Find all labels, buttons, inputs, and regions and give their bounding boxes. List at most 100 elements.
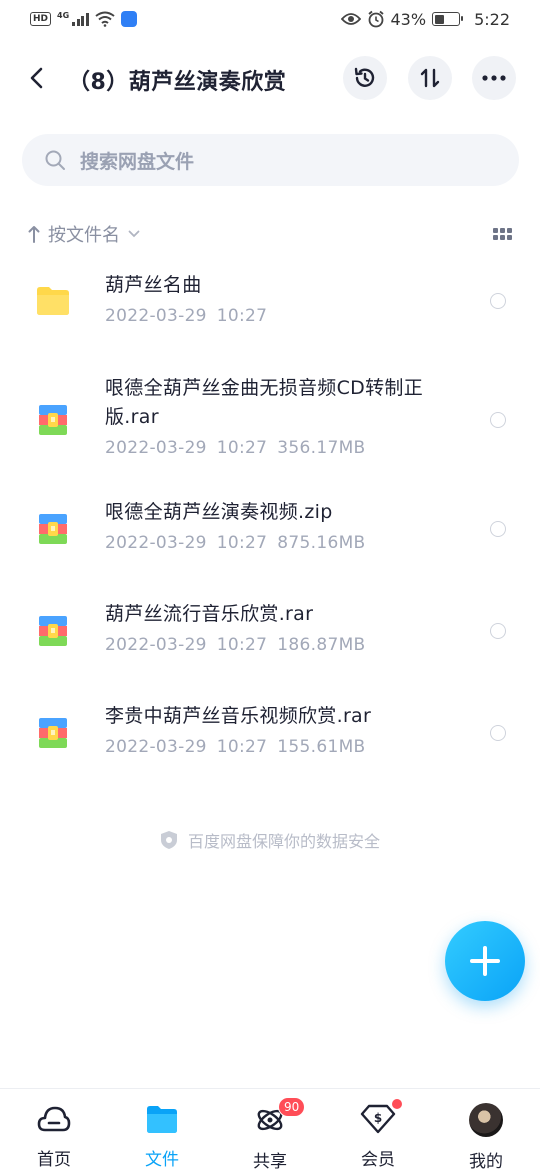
- file-time: 10:27: [216, 438, 268, 458]
- hd-badge: HD: [30, 12, 52, 26]
- app-notification-icon: [120, 11, 137, 27]
- nav-vip[interactable]: $ 会员: [324, 1089, 432, 1170]
- wifi-icon: [95, 11, 115, 27]
- page-title: （8）葫芦丝演奏欣赏: [68, 70, 287, 95]
- battery-percent: 43%: [390, 9, 427, 29]
- clock: 5:22: [474, 9, 510, 29]
- plus-icon: [470, 946, 500, 976]
- nav-files[interactable]: 文件: [108, 1089, 216, 1170]
- file-time: 10:27: [216, 737, 268, 757]
- file-row[interactable]: 哏德全葫芦丝演奏视频.zip 2022-03-29 10:27 875.16MB: [0, 486, 540, 588]
- nav-home-label: 首页: [37, 1150, 71, 1170]
- sort-by-name-button[interactable]: 按文件名: [28, 221, 140, 247]
- select-checkbox[interactable]: [490, 412, 506, 428]
- file-date: 2022-03-29: [105, 737, 207, 757]
- file-meta: 2022-03-29 10:27 186.87MB: [105, 635, 465, 655]
- nav-share[interactable]: 90 共享: [216, 1089, 324, 1170]
- chevron-down-icon: [128, 230, 140, 238]
- file-row[interactable]: 哏德全葫芦丝金曲无损音频CD转制正版.rar 2022-03-29 10:27 356…: [0, 362, 540, 486]
- select-checkbox[interactable]: [490, 725, 506, 741]
- nav-share-label: 共享: [253, 1152, 287, 1170]
- archive-icon: [39, 405, 67, 435]
- bottom-nav: 首页 文件 90 共享 $ 会员 我的: [0, 1088, 540, 1170]
- files-icon: [144, 1103, 180, 1135]
- file-size: 186.87MB: [277, 635, 366, 655]
- file-row[interactable]: 葫芦丝流行音乐欣赏.rar 2022-03-29 10:27 186.87MB: [0, 588, 540, 690]
- select-checkbox[interactable]: [490, 293, 506, 309]
- safety-note: 百度网盘保障你的数据安全: [0, 828, 540, 852]
- sort-button[interactable]: [408, 56, 452, 100]
- eye-icon: [340, 13, 361, 25]
- file-date: 2022-03-29: [105, 533, 207, 553]
- file-size: 875.16MB: [277, 533, 366, 553]
- file-size: 356.17MB: [277, 438, 366, 458]
- file-name: 葫芦丝流行音乐欣赏.rar: [105, 603, 314, 625]
- nav-me[interactable]: 我的: [432, 1089, 540, 1170]
- nav-me-label: 我的: [469, 1152, 503, 1170]
- history-button[interactable]: [343, 56, 387, 100]
- more-button[interactable]: [472, 56, 516, 100]
- signal-icon: [72, 12, 89, 26]
- file-name: 葫芦丝名曲: [105, 274, 202, 296]
- file-info: 李贵中葫芦丝音乐视频欣赏.rar 2022-03-29 10:27 155.61MB: [105, 690, 465, 757]
- file-row[interactable]: 李贵中葫芦丝音乐视频欣赏.rar 2022-03-29 10:27 155.61MB: [0, 690, 540, 792]
- file-name: 李贵中葫芦丝音乐视频欣赏.rar: [105, 705, 372, 727]
- file-size: 155.61MB: [277, 737, 366, 757]
- add-button[interactable]: [445, 921, 525, 1001]
- back-button[interactable]: [20, 62, 52, 94]
- file-info: 哏德全葫芦丝演奏视频.zip 2022-03-29 10:27 875.16MB: [105, 486, 465, 553]
- sort-arrow-icon: [28, 226, 40, 243]
- history-icon: [354, 67, 375, 87]
- search-placeholder: 搜索网盘文件: [80, 150, 195, 173]
- archive-icon: [39, 616, 67, 646]
- status-bar: HD 4G 43% 5:22: [0, 0, 540, 38]
- select-checkbox[interactable]: [490, 623, 506, 639]
- file-info: 葫芦丝名曲 2022-03-29 10:27: [105, 258, 465, 326]
- status-right: 43% 5:22: [340, 9, 510, 29]
- select-checkbox[interactable]: [490, 521, 506, 537]
- svg-text:$: $: [374, 1111, 382, 1125]
- file-info: 哏德全葫芦丝金曲无损音频CD转制正版.rar 2022-03-29 10:27 356…: [105, 362, 465, 458]
- alarm-icon: [367, 10, 384, 28]
- back-icon: [30, 67, 43, 89]
- avatar-image: [469, 1103, 503, 1137]
- file-meta: 2022-03-29 10:27 155.61MB: [105, 737, 465, 757]
- status-left: HD 4G: [30, 11, 137, 27]
- header: （8）葫芦丝演奏欣赏: [0, 50, 540, 108]
- nav-home[interactable]: 首页: [0, 1089, 108, 1170]
- file-meta: 2022-03-29 10:27 875.16MB: [105, 533, 465, 553]
- archive-icon: [39, 718, 67, 748]
- sort-row: 按文件名: [28, 218, 512, 250]
- file-info: 葫芦丝流行音乐欣赏.rar 2022-03-29 10:27 186.87MB: [105, 588, 465, 655]
- battery-icon: [432, 12, 464, 26]
- home-icon: [36, 1103, 72, 1135]
- battery-level: [434, 14, 445, 24]
- file-date: 2022-03-29: [105, 306, 207, 326]
- vip-notification-dot: [392, 1099, 402, 1109]
- safety-note-text: 百度网盘保障你的数据安全: [187, 832, 380, 851]
- file-time: 10:27: [216, 306, 268, 326]
- vip-icon: $: [360, 1099, 402, 1135]
- nav-files-label: 文件: [145, 1150, 179, 1170]
- file-time: 10:27: [216, 533, 268, 553]
- nav-vip-label: 会员: [361, 1150, 395, 1170]
- sort-label: 按文件名: [48, 225, 120, 246]
- folder-row[interactable]: 葫芦丝名曲 2022-03-29 10:27: [0, 258, 540, 362]
- file-name: 哏德全葫芦丝演奏视频.zip: [105, 501, 333, 523]
- file-meta: 2022-03-29 10:27: [105, 306, 465, 326]
- share-count-badge: 90: [278, 1097, 306, 1117]
- file-date: 2022-03-29: [105, 438, 207, 458]
- shield-icon: [160, 831, 177, 849]
- grid-view-icon[interactable]: [493, 228, 512, 240]
- file-time: 10:27: [216, 635, 268, 655]
- search-icon: [45, 150, 65, 170]
- sort-icon: [420, 68, 440, 88]
- folder-icon: [37, 287, 69, 315]
- file-date: 2022-03-29: [105, 635, 207, 655]
- network-type: 4G: [57, 10, 70, 20]
- share-icon: 90: [252, 1097, 306, 1137]
- more-icon: [482, 75, 506, 81]
- search-input[interactable]: 搜索网盘文件: [22, 134, 519, 186]
- file-meta: 2022-03-29 10:27 356.17MB: [105, 438, 465, 458]
- avatar: [468, 1103, 504, 1137]
